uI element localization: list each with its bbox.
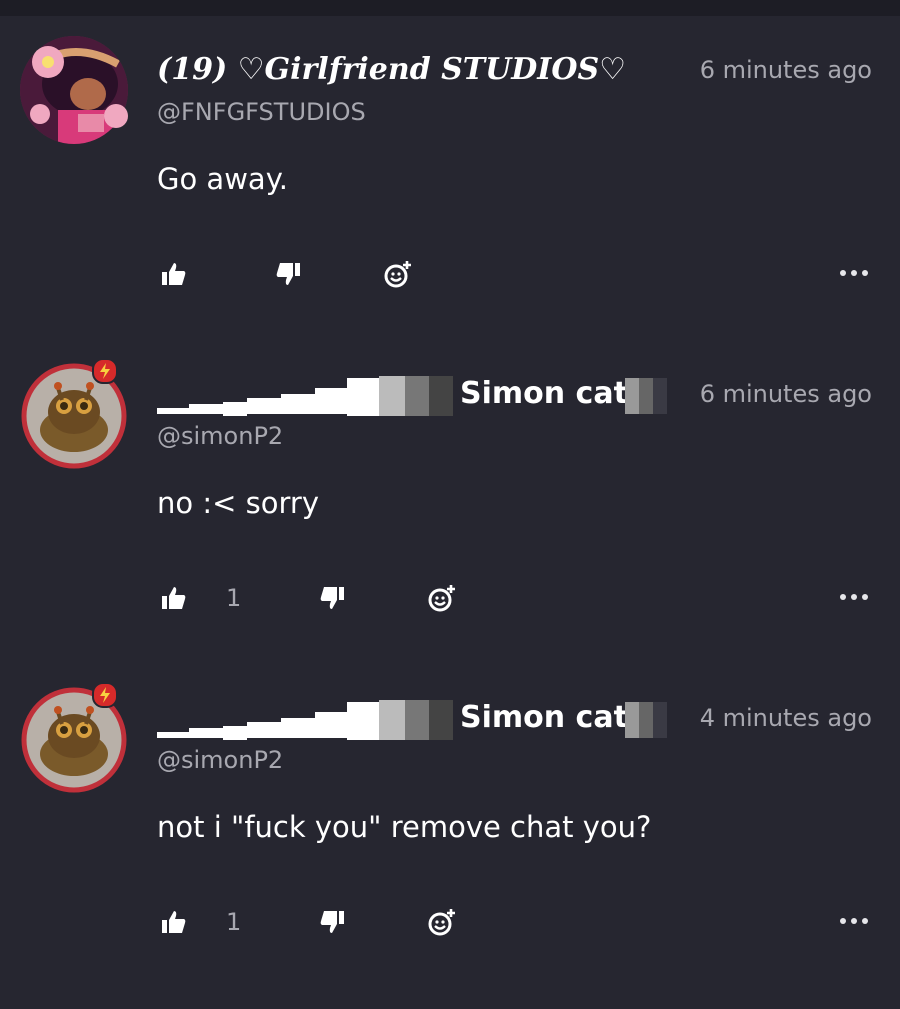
thumbs-down-icon[interactable] (312, 578, 352, 618)
add-reaction-icon[interactable] (422, 902, 462, 942)
comment-actions: 1 (0, 578, 900, 618)
thumbs-down-icon[interactable] (268, 254, 308, 294)
author-name-row: (19) ♡Girlfriend STUDIOS♡ (157, 48, 677, 92)
verified-badge (92, 358, 118, 384)
comment-body: Go away. (157, 162, 288, 196)
decorative-name-glyphs (157, 376, 453, 416)
decorative-name-glyphs (157, 700, 453, 740)
author-display-name[interactable]: Simon cat (460, 700, 628, 735)
add-reaction-icon[interactable] (378, 254, 418, 294)
decorative-name-glyphs (625, 702, 667, 738)
verified-badge (92, 682, 118, 708)
comment-timestamp: 4 minutes ago (699, 704, 872, 732)
more-options-icon[interactable] (834, 582, 874, 612)
add-reaction-icon[interactable] (422, 578, 462, 618)
comment-actions: 1 (0, 902, 900, 942)
decorative-name-glyphs (625, 378, 667, 414)
comment-timestamp: 6 minutes ago (699, 56, 872, 84)
thumbs-down-icon[interactable] (312, 902, 352, 942)
like-count: 1 (226, 908, 242, 936)
author-name-row: Simon cat (157, 372, 677, 416)
thumbs-up-icon[interactable] (154, 254, 194, 294)
author-name-row: Simon cat (157, 696, 677, 740)
author-handle[interactable]: @simonP2 (157, 422, 283, 450)
user-avatar[interactable] (18, 34, 130, 146)
thumbs-up-icon[interactable] (154, 578, 194, 618)
more-options-icon[interactable] (834, 906, 874, 936)
comment-item: Simon cat 4 minutes ago @simonP2 not i "… (0, 670, 900, 994)
comment-body: no :< sorry (157, 486, 319, 520)
like-count: 1 (226, 584, 242, 612)
comment-actions (0, 254, 900, 294)
comment-timestamp: 6 minutes ago (699, 380, 872, 408)
author-handle[interactable]: @FNFGFSTUDIOS (157, 98, 366, 126)
thumbs-up-icon[interactable] (154, 902, 194, 942)
comment-item: (19) ♡Girlfriend STUDIOS♡ 6 minutes ago … (0, 22, 900, 346)
comment-item: Simon cat 6 minutes ago @simonP2 no :< s… (0, 346, 900, 670)
top-bar (0, 0, 900, 16)
author-display-name[interactable]: Simon cat (460, 376, 628, 411)
author-display-name[interactable]: (19) ♡Girlfriend STUDIOS♡ (157, 52, 626, 87)
more-options-icon[interactable] (834, 258, 874, 288)
comment-body: not i "fuck you" remove chat you? (157, 810, 652, 844)
author-handle[interactable]: @simonP2 (157, 746, 283, 774)
